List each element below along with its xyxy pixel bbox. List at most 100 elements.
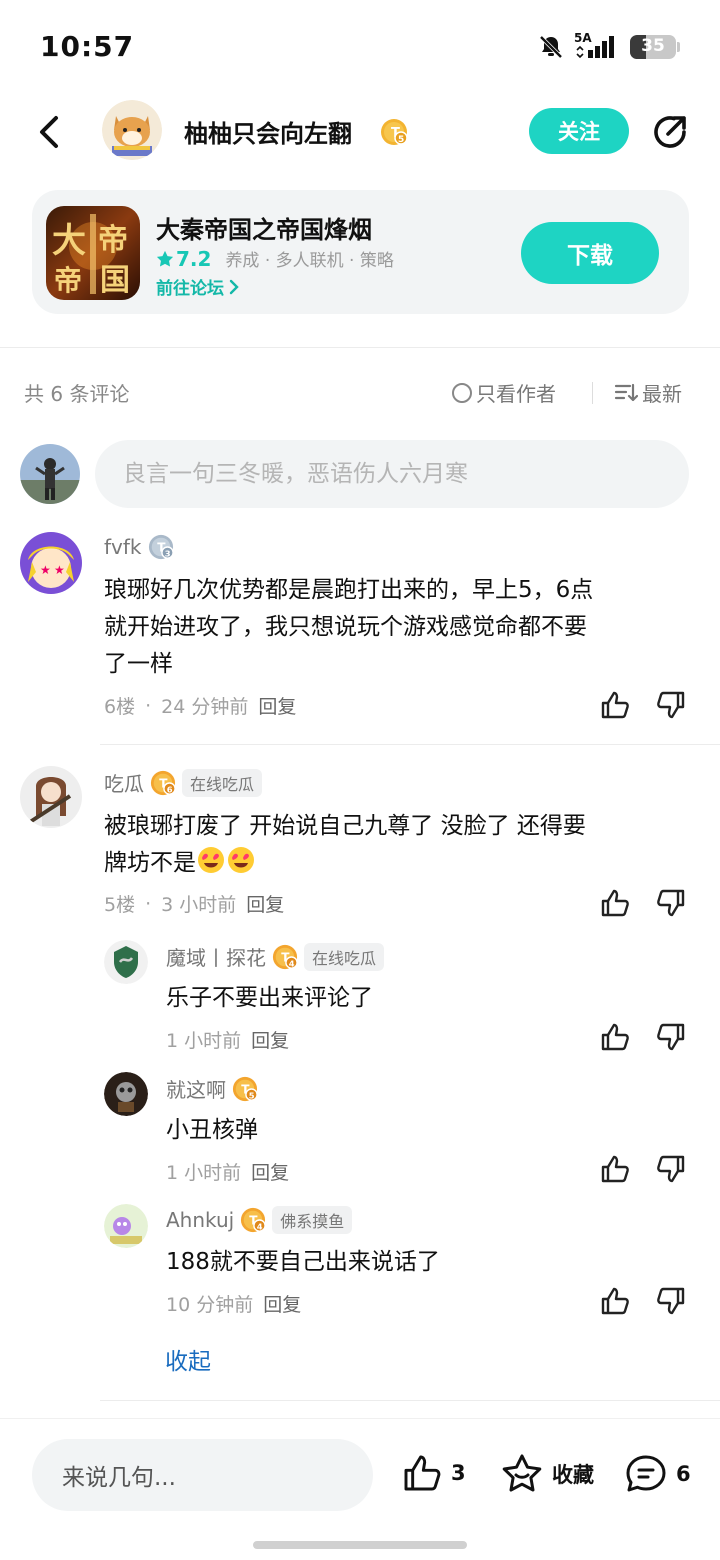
comment-floor: 5楼 [104, 894, 136, 916]
sort-button[interactable]: 最新 [614, 378, 682, 407]
level-badge: T5 [380, 118, 408, 150]
star-icon [156, 250, 174, 266]
comment-floor: 6楼 [104, 696, 136, 718]
reply-actions [600, 1286, 686, 1316]
reply-button[interactable]: 回复 [258, 692, 296, 719]
thumbs-down-icon[interactable] [656, 1022, 686, 1052]
reply-button[interactable]: 回复 [263, 1290, 301, 1317]
svg-text:国: 国 [100, 263, 130, 298]
radio-icon [452, 382, 472, 403]
reply-text: 188就不要自己出来说话了 [166, 1249, 440, 1275]
thumbs-down-icon[interactable] [656, 690, 686, 720]
thumbs-up-icon[interactable] [600, 888, 630, 918]
user-tag: 在线吃瓜 [182, 768, 263, 797]
author-only-toggle[interactable]: 只看作者 [452, 378, 556, 407]
like-button[interactable]: 3 [401, 1453, 466, 1493]
commenter-avatar[interactable]: ★ ★ [20, 532, 82, 594]
comment-text: 被琅琊打废了 开始说自己九尊了 没脸了 还得要 牌坊不是 [104, 808, 704, 882]
author-avatar[interactable] [102, 100, 162, 160]
reply-text: 乐子不要出来评论了 [166, 985, 373, 1011]
comment-time: 24 分钟前 [161, 696, 249, 718]
level-badge-icon: T4 [241, 1207, 267, 1233]
reply-time: 1 小时前 [166, 1030, 242, 1052]
replier-name[interactable]: 魔域丨探花 [166, 942, 266, 971]
user-tag: 佛系摸鱼 [272, 1206, 353, 1234]
reply-button[interactable]: 回复 [251, 1026, 289, 1053]
game-title[interactable]: 大秦帝国之帝国烽烟 [156, 210, 372, 245]
author-only-label: 只看作者 [476, 382, 556, 406]
comment-divider [100, 744, 720, 745]
author-name[interactable]: 柚柚只会向左翻 [184, 114, 352, 149]
comment-input[interactable] [95, 440, 689, 508]
my-avatar[interactable] [20, 444, 80, 504]
reply-meta: 10 分钟前 回复 [166, 1290, 301, 1317]
svg-text:★: ★ [54, 563, 65, 577]
home-indicator [253, 1541, 467, 1549]
commenter-avatar[interactable] [20, 766, 82, 828]
game-rating: 7.2 [156, 247, 211, 271]
sort-icon [614, 383, 638, 401]
commenter-name[interactable]: 吃瓜 [104, 768, 144, 797]
star-outline-icon [502, 1454, 542, 1492]
level-badge-icon: T3 [148, 534, 174, 560]
reply-actions [600, 1022, 686, 1052]
section-divider [0, 347, 720, 348]
svg-text:5: 5 [249, 1090, 255, 1100]
game-forum-label: 前往论坛 [156, 279, 224, 299]
thumbs-up-icon[interactable] [600, 1022, 630, 1052]
comment-line: 牌坊不是 [104, 850, 196, 876]
download-button[interactable]: 下载 [521, 222, 659, 284]
reply-button[interactable]: 回复 [251, 1158, 289, 1185]
svg-text:6: 6 [167, 784, 173, 794]
post-header: 柚柚只会向左翻 T5 关注 [0, 96, 720, 172]
comment-count: 共 6 条评论 [24, 382, 130, 406]
svg-text:帝: 帝 [54, 264, 82, 297]
reply-button[interactable]: 回复 [246, 890, 284, 917]
battery-level: 35 [641, 36, 665, 56]
signal-icon: 5A [574, 32, 620, 60]
thumbs-down-icon[interactable] [656, 1154, 686, 1184]
svg-text:5: 5 [398, 135, 404, 145]
game-forum-link[interactable]: 前往论坛 [156, 274, 240, 299]
svg-text:4: 4 [289, 958, 295, 968]
favorite-button[interactable]: 收藏 [500, 1453, 594, 1495]
replier-row: 魔域丨探花 T4 在线吃瓜 [166, 942, 385, 971]
replier-row: 就这啊 T5 [166, 1074, 258, 1103]
comment-item: 吃瓜 T6 在线吃瓜 被琅琊打废了 开始说自己九尊了 没脸了 还得要 牌坊不是 … [0, 764, 720, 924]
share-icon [654, 116, 686, 148]
status-icons: 5A 35 [538, 32, 680, 60]
bottom-action-bar: 来说几句... 3 收藏 6 [0, 1418, 720, 1560]
commenter-row: fvfk T3 [104, 534, 174, 560]
comment-time: 3 小时前 [161, 894, 237, 916]
svg-text:★: ★ [40, 563, 51, 577]
comment-text: 琅琊好几次优势都是晨跑打出来的，早上5，6点 就开始进攻了，我只想说玩个游戏感觉… [104, 572, 704, 683]
game-rating-value: 7.2 [176, 246, 212, 271]
follow-button[interactable]: 关注 [529, 108, 629, 154]
comment-button[interactable]: 6 [624, 1453, 691, 1495]
thumbs-up-icon[interactable] [600, 1286, 630, 1316]
comment-toolbar: 共 6 条评论 只看作者 最新 [0, 372, 720, 412]
thumbs-up-icon[interactable] [600, 690, 630, 720]
share-button[interactable] [650, 112, 690, 152]
comment-line: 被琅琊打废了 开始说自己九尊了 没脸了 还得要 [104, 813, 586, 839]
thumbs-up-icon[interactable] [600, 1154, 630, 1184]
comment-bubble-icon [626, 1455, 666, 1492]
svg-text:3: 3 [164, 548, 170, 558]
replier-name[interactable]: Ahnkuj [166, 1208, 234, 1232]
bottom-comment-input[interactable]: 来说几句... [32, 1439, 373, 1511]
replier-name[interactable]: 就这啊 [166, 1074, 226, 1103]
comment-line: 就开始进攻了，我只想说玩个游戏感觉命都不要 [104, 614, 587, 640]
replier-avatar[interactable] [104, 1072, 148, 1116]
game-card[interactable]: 大帝帝国 大秦帝国之帝国烽烟 7.2 养成 · 多人联机 · 策略 前往论坛 下… [32, 190, 689, 314]
thumbs-down-icon[interactable] [656, 1286, 686, 1316]
collapse-replies-button[interactable]: 收起 [165, 1342, 211, 1376]
reply-item: 魔域丨探花 T4 在线吃瓜 乐子不要出来评论了 1 小时前 回复 [0, 938, 720, 1058]
replier-avatar[interactable] [104, 940, 148, 984]
thumbs-down-icon[interactable] [656, 888, 686, 918]
back-button[interactable] [32, 112, 68, 152]
commenter-name[interactable]: fvfk [104, 535, 142, 559]
comment-meta: 5楼 · 3 小时前 回复 [104, 890, 284, 917]
comment-item: ★ ★ fvfk T3 琅琊好几次优势都是晨跑打出来的，早上5，6点 就开始进攻了… [0, 530, 720, 744]
replier-avatar[interactable] [104, 1204, 148, 1248]
game-icon[interactable]: 大帝帝国 [46, 206, 140, 300]
